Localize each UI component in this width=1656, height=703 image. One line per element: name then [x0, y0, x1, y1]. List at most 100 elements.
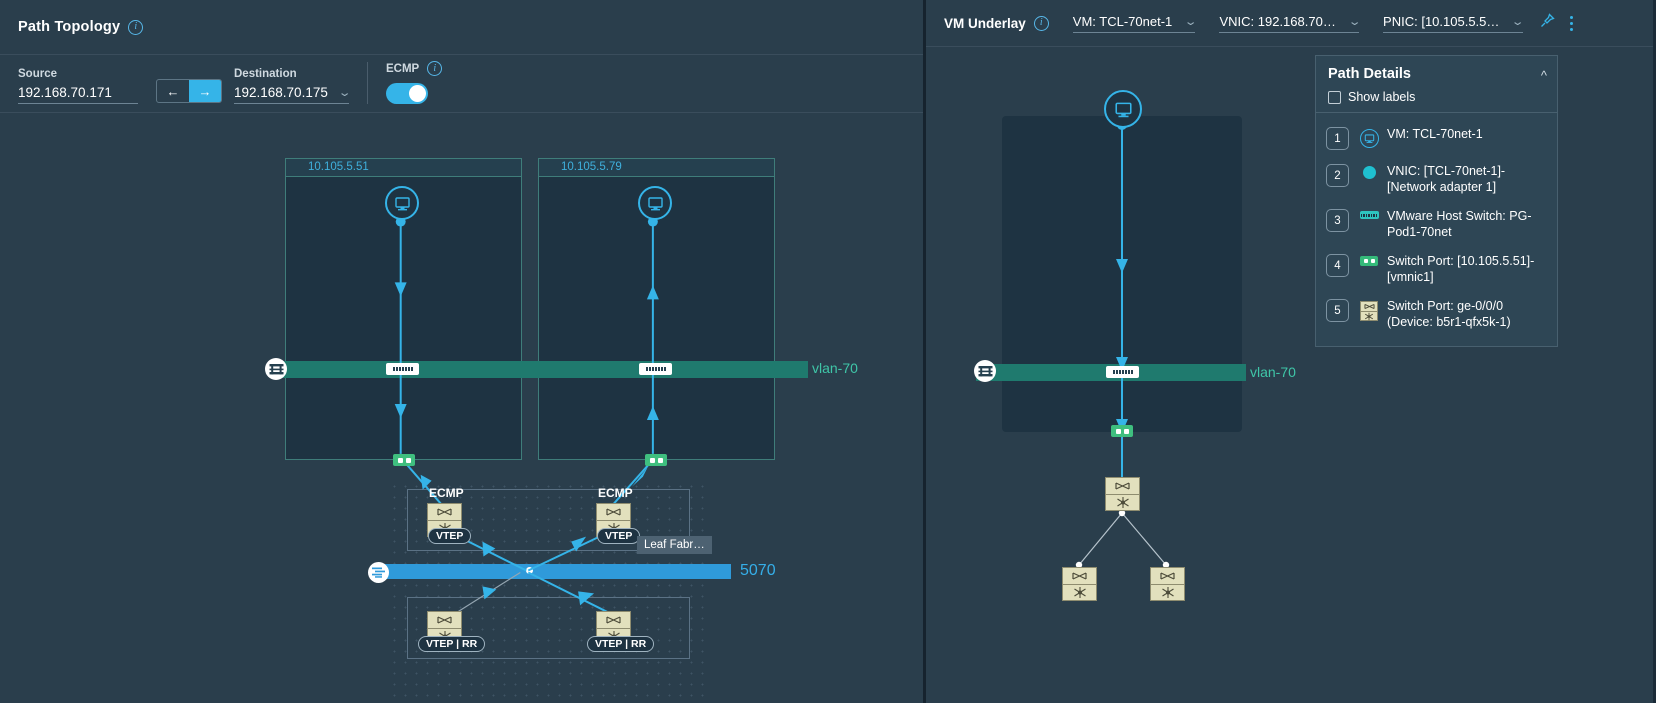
path-details-card: Path Details ^ Show labels 1 VM: TCL-70n… — [1315, 55, 1558, 347]
router-switch-glyph — [428, 612, 461, 628]
router-star-glyph — [1063, 584, 1096, 600]
info-icon[interactable]: i — [128, 19, 144, 35]
path-step-3[interactable]: 3 VMware Host Switch: PG-Pod1-70net — [1326, 201, 1547, 246]
path-step-4[interactable]: 4 Switch Port: [10.105.5.51]-[vmnic1] — [1326, 246, 1547, 291]
vm-underlay-canvas[interactable]: vlan-70 Path Details ^ Show labels 1 VM:… — [926, 47, 1653, 703]
host-switch-1-icon[interactable] — [386, 363, 419, 375]
host-switch-2-icon[interactable] — [639, 363, 672, 375]
link-bar[interactable] — [383, 564, 731, 579]
vtep-cap-1[interactable]: VTEP — [428, 528, 472, 544]
router-switch-glyph — [1063, 568, 1096, 584]
ecmp-control: ECMP i — [386, 61, 443, 104]
underlay-switch-port-icon[interactable] — [1111, 425, 1133, 437]
source-field: Source 192.168.70.171 — [18, 68, 138, 104]
underlay-host-box[interactable] — [1002, 116, 1242, 432]
pin-icon[interactable] — [1539, 12, 1556, 34]
chevron-down-icon[interactable]: ⌄ — [1184, 15, 1198, 28]
path-step-1[interactable]: 1 VM: TCL-70net-1 — [1326, 119, 1547, 156]
step-label: VNIC: [TCL-70net-1]-[Network adapter 1] — [1387, 164, 1506, 194]
router-switch-glyph — [1151, 568, 1184, 584]
vm-underlay-panel: VM Underlay i VM: TCL-70net-1 ⌄ VNIC: 19… — [926, 0, 1653, 703]
vnic-select-value: VNIC: 192.168.70… — [1219, 13, 1336, 29]
underlay-router-top[interactable] — [1105, 477, 1140, 511]
path-step-5[interactable]: 5 Switch Port: ge-0/0/0 (Device: b5r1-qf… — [1326, 291, 1547, 336]
host-switch-icon — [1358, 211, 1380, 219]
direction-back-button[interactable]: ← — [157, 80, 189, 102]
vlan-endcap-icon — [265, 358, 287, 380]
ecmp-toggle-knob — [409, 85, 426, 102]
path-details-header: Path Details ^ Show labels — [1316, 56, 1557, 113]
kebab-menu-icon[interactable] — [1569, 15, 1573, 31]
vm-node-2[interactable] — [638, 186, 672, 220]
source-input[interactable]: 192.168.70.171 — [18, 85, 138, 104]
vteprr-cap-2[interactable]: VTEP | RR — [587, 636, 655, 652]
router-switch-glyph — [428, 504, 461, 520]
underlay-host-switch-icon[interactable] — [1106, 366, 1139, 378]
router-switch-glyph — [597, 504, 630, 520]
underlay-router-left[interactable] — [1062, 567, 1097, 601]
show-labels-label: Show labels — [1348, 90, 1416, 104]
chevron-down-icon[interactable]: ⌄ — [337, 86, 351, 99]
topology-canvas[interactable]: 10.105.5.51 10.105.5.79 vlan-70 5070 ECM… — [0, 114, 923, 703]
path-topology-app: Path Topology i Source 192.168.70.171 ← … — [0, 0, 1656, 703]
leaf-fabric-tag[interactable]: Leaf Fabr… — [637, 536, 712, 554]
vm-underlay-header: VM Underlay i VM: TCL-70net-1 ⌄ VNIC: 19… — [926, 0, 1653, 47]
router-icon — [1358, 301, 1380, 321]
vlan-bar[interactable] — [278, 361, 808, 378]
chevron-down-icon[interactable]: ⌄ — [1348, 15, 1362, 28]
vteprr-cap-1[interactable]: VTEP | RR — [418, 636, 486, 652]
direction-toggle[interactable]: ← → — [156, 79, 222, 103]
vtep-cap-2[interactable]: VTEP — [597, 528, 641, 544]
router-switch-glyph — [597, 612, 630, 628]
destination-label: Destination — [234, 68, 297, 80]
underlay-vlan-label: vlan-70 — [1250, 364, 1296, 380]
step-number: 2 — [1326, 164, 1349, 187]
page-title: Path Topology — [18, 19, 121, 35]
destination-select[interactable]: 192.168.70.175 ⌄ — [234, 85, 351, 104]
chevron-down-icon[interactable]: ⌄ — [1511, 15, 1525, 28]
vm-select-value: VM: TCL-70net-1 — [1072, 13, 1173, 29]
source-value: 192.168.70.171 — [18, 85, 112, 100]
switch-port-2-icon[interactable] — [645, 454, 667, 466]
switch-port-1-icon[interactable] — [393, 454, 415, 466]
vm-underlay-info-icon[interactable]: i — [1033, 15, 1049, 31]
step-label: Switch Port: [10.105.5.51]-[vmnic1] — [1387, 254, 1535, 284]
underlay-vlan-endcap-icon — [974, 360, 996, 382]
step-label: Switch Port: ge-0/0/0 (Device: b5r1-qfx5… — [1387, 299, 1511, 329]
pnic-select[interactable]: PNIC: [10.105.5.5… ⌄ — [1383, 13, 1525, 33]
step-label: VMware Host Switch: PG-Pod1-70net — [1387, 209, 1532, 239]
vnic-select[interactable]: VNIC: 192.168.70… ⌄ — [1219, 13, 1362, 33]
path-step-2[interactable]: 2 VNIC: [TCL-70net-1]-[Network adapter 1… — [1326, 156, 1547, 201]
path-details-title: Path Details — [1328, 66, 1411, 82]
ecmp-label: ECMP — [386, 62, 420, 75]
monitor-icon — [394, 196, 410, 210]
show-labels-checkbox[interactable] — [1328, 90, 1341, 104]
router-star-glyph — [1151, 584, 1184, 600]
underlay-vm-node[interactable] — [1104, 90, 1142, 128]
path-details-list: 1 VM: TCL-70net-1 2 VNIC: [TCL-70net-1]-… — [1316, 113, 1557, 346]
step-number: 1 — [1326, 127, 1349, 150]
ecmp-tag-1: ECMP — [429, 486, 464, 500]
step-number: 3 — [1326, 209, 1349, 232]
source-label: Source — [18, 68, 57, 80]
step-number: 4 — [1326, 254, 1349, 277]
vm-select[interactable]: VM: TCL-70net-1 ⌄ — [1072, 13, 1198, 33]
host-ip-2: 10.105.5.79 — [539, 159, 774, 177]
ecmp-info-icon[interactable]: i — [427, 61, 443, 76]
monitor-icon — [647, 196, 663, 210]
vlan-label-left: vlan-70 — [812, 360, 858, 376]
direction-forward-button[interactable]: → — [189, 80, 221, 102]
ecmp-toggle[interactable] — [386, 83, 428, 104]
chevron-up-icon[interactable]: ^ — [1541, 68, 1547, 83]
vm-node-1[interactable] — [385, 186, 419, 220]
path-topology-panel: Path Topology i Source 192.168.70.171 ← … — [0, 0, 926, 703]
link-hub-node[interactable] — [523, 564, 536, 577]
show-labels-row[interactable]: Show labels — [1328, 90, 1545, 104]
pnic-select-value: PNIC: [10.105.5.5… — [1383, 13, 1500, 29]
switch-port-icon — [1358, 256, 1380, 266]
link-label: 5070 — [740, 562, 776, 579]
path-controls: Source 192.168.70.171 ← → Destination 19… — [0, 55, 923, 113]
router-switch-glyph — [1106, 478, 1139, 494]
underlay-router-right[interactable] — [1150, 567, 1185, 601]
step-number: 5 — [1326, 299, 1349, 322]
